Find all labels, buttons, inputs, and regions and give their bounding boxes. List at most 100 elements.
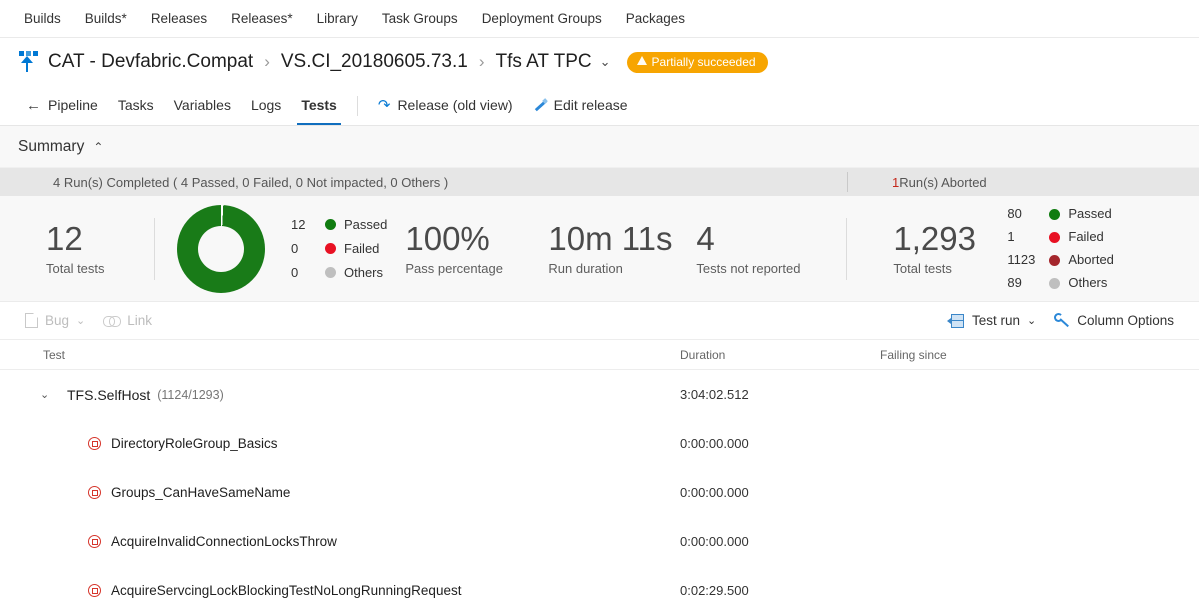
group-cell: ⌄ TFS.SelfHost (1124/1293) <box>0 387 680 403</box>
column-options-button[interactable]: Column Options <box>1045 306 1183 336</box>
test-run-icon <box>947 314 965 328</box>
legend-right-failed-label: Failed <box>1068 229 1103 245</box>
status-badge-label: Partially succeeded <box>652 55 756 69</box>
chevron-down-icon[interactable]: ⌄ <box>40 388 56 401</box>
tab-tasks-label: Tasks <box>118 86 154 125</box>
nav-item-releases-preview[interactable]: Releases* <box>219 0 305 37</box>
chevron-up-icon[interactable]: ⌃ <box>93 140 103 154</box>
test-name: AcquireInvalidConnectionLocksThrow <box>111 534 337 549</box>
test-cell: DirectoryRoleGroup_Basics <box>0 436 680 451</box>
release-icon <box>16 50 38 74</box>
create-bug-button[interactable]: Bug ⌄ <box>16 306 94 336</box>
legend-row-aborted: 1123 Aborted <box>1007 252 1114 268</box>
aborted-icon <box>88 437 101 450</box>
table-row[interactable]: DirectoryRoleGroup_Basics 0:00:00.000 <box>0 419 1199 468</box>
legend-failed-label: Failed <box>344 241 379 257</box>
test-run-button[interactable]: Test run ⌄ <box>938 306 1045 336</box>
nav-item-task-groups[interactable]: Task Groups <box>370 0 470 37</box>
test-cell: AcquireServcingLockBlockingTestNoLongRun… <box>0 583 680 598</box>
nav-item-packages[interactable]: Packages <box>614 0 697 37</box>
nav-item-builds[interactable]: Builds <box>12 0 73 37</box>
stats-divider-1 <box>154 218 155 280</box>
column-options-label: Column Options <box>1077 313 1174 328</box>
table-row[interactable]: AcquireServcingLockBlockingTestNoLongRun… <box>0 566 1199 608</box>
aborted-icon <box>88 584 101 597</box>
warning-icon <box>637 56 647 65</box>
redo-icon: ↷ <box>378 86 391 125</box>
table-row[interactable]: Groups_CanHaveSameName 0:00:00.000 <box>0 468 1199 517</box>
test-name: AcquireServcingLockBlockingTestNoLongRun… <box>111 583 461 598</box>
stat-pass-percentage-label: Pass percentage <box>405 261 548 276</box>
chevron-down-icon: ⌄ <box>1027 314 1036 327</box>
results-command-bar: Bug ⌄ Link Test run ⌄ Column Options <box>0 302 1199 340</box>
tab-logs[interactable]: Logs <box>241 86 291 125</box>
legend-passed-label: Passed <box>344 217 387 233</box>
global-nav: Builds Builds* Releases Releases* Librar… <box>0 0 1199 38</box>
summary-legend-left: 12 Passed 0 Failed 0 Others <box>291 217 387 281</box>
breadcrumb-release-name[interactable]: CAT - Devfabric.Compat <box>48 51 253 73</box>
stat-tests-not-reported: 4 Tests not reported <box>696 221 846 276</box>
stat-total-tests-right-label: Total tests <box>893 261 1003 276</box>
action-edit-release[interactable]: Edit release <box>523 86 638 125</box>
legend-row-others-aborted-run: 89 Others <box>1007 275 1114 291</box>
legend-passed-count: 12 <box>291 217 325 233</box>
tab-tests-label: Tests <box>301 86 337 125</box>
pencil-icon <box>533 99 547 113</box>
breadcrumb-stage-name[interactable]: Tfs AT TPC <box>496 51 592 73</box>
test-cell: Groups_CanHaveSameName <box>0 485 680 500</box>
summary-header[interactable]: Summary ⌃ <box>0 126 1199 168</box>
stat-total-tests-left-value: 12 <box>46 221 154 257</box>
column-header-failing-since[interactable]: Failing since <box>880 348 1140 362</box>
table-row[interactable]: AcquireInvalidConnectionLocksThrow 0:00:… <box>0 517 1199 566</box>
nav-item-deployment-groups[interactable]: Deployment Groups <box>470 0 614 37</box>
link-icon <box>103 315 120 327</box>
others-dot-icon <box>325 267 336 278</box>
test-duration: 0:00:00.000 <box>680 485 880 500</box>
summary-title: Summary <box>18 138 84 156</box>
column-header-duration[interactable]: Duration <box>680 348 880 362</box>
legend-right-aborted-count: 1123 <box>1007 252 1049 268</box>
test-results-table: Test Duration Failing since ⌄ TFS.SelfHo… <box>0 340 1199 608</box>
legend-right-passed-label: Passed <box>1068 206 1111 222</box>
tab-tests[interactable]: Tests <box>291 86 347 125</box>
chevron-down-icon[interactable]: ⌄ <box>600 54 611 70</box>
nav-item-builds-preview[interactable]: Builds* <box>73 0 139 37</box>
pass-rate-donut-chart <box>177 205 265 293</box>
tab-variables-label: Variables <box>174 86 231 125</box>
test-run-label: Test run <box>972 313 1020 328</box>
nav-item-releases[interactable]: Releases <box>139 0 219 37</box>
tab-pipeline-back[interactable]: ← Pipeline <box>16 86 108 125</box>
test-duration: 0:02:29.500 <box>680 583 880 598</box>
column-header-test[interactable]: Test <box>0 348 680 362</box>
runs-completed-text: 4 Run(s) Completed ( 4 Passed, 0 Failed,… <box>0 175 448 190</box>
legend-row-others: 0 Others <box>291 265 387 281</box>
test-duration: 0:00:00.000 <box>680 436 880 451</box>
arrow-left-icon: ← <box>26 86 41 125</box>
passed-dot-icon <box>325 219 336 230</box>
legend-row-failed-aborted-run: 1 Failed <box>1007 229 1114 245</box>
legend-failed-count: 0 <box>291 241 325 257</box>
legend-right-failed-count: 1 <box>1007 229 1049 245</box>
stat-tests-not-reported-value: 4 <box>696 221 846 257</box>
legend-right-aborted-label: Aborted <box>1068 252 1114 268</box>
nav-item-library[interactable]: Library <box>305 0 370 37</box>
tab-variables[interactable]: Variables <box>164 86 241 125</box>
tab-tasks[interactable]: Tasks <box>108 86 164 125</box>
legend-row-failed: 0 Failed <box>291 241 387 257</box>
breadcrumb-build-name[interactable]: VS.CI_20180605.73.1 <box>281 51 468 73</box>
breadcrumb-separator-1: › <box>264 52 270 72</box>
action-release-old-view[interactable]: ↷ Release (old view) <box>368 86 523 125</box>
stats-divider-2 <box>846 218 847 280</box>
test-name: DirectoryRoleGroup_Basics <box>111 436 278 451</box>
link-button[interactable]: Link <box>94 306 161 336</box>
summary-stats: 12 Total tests 12 Passed 0 Failed 0 Othe… <box>0 196 1199 302</box>
legend-right-passed-count: 80 <box>1007 206 1049 222</box>
pivot-bar: ← Pipeline Tasks Variables Logs Tests ↷ … <box>0 86 1199 126</box>
table-group-row[interactable]: ⌄ TFS.SelfHost (1124/1293) 3:04:02.512 <box>0 370 1199 419</box>
table-header-row: Test Duration Failing since <box>0 340 1199 370</box>
stat-total-tests-right-value: 1,293 <box>893 221 1003 257</box>
test-cell: AcquireInvalidConnectionLocksThrow <box>0 534 680 549</box>
breadcrumb: CAT - Devfabric.Compat › VS.CI_20180605.… <box>0 38 1199 86</box>
legend-others-label: Others <box>344 265 383 281</box>
runs-aborted-label: Run(s) Aborted <box>899 175 986 190</box>
